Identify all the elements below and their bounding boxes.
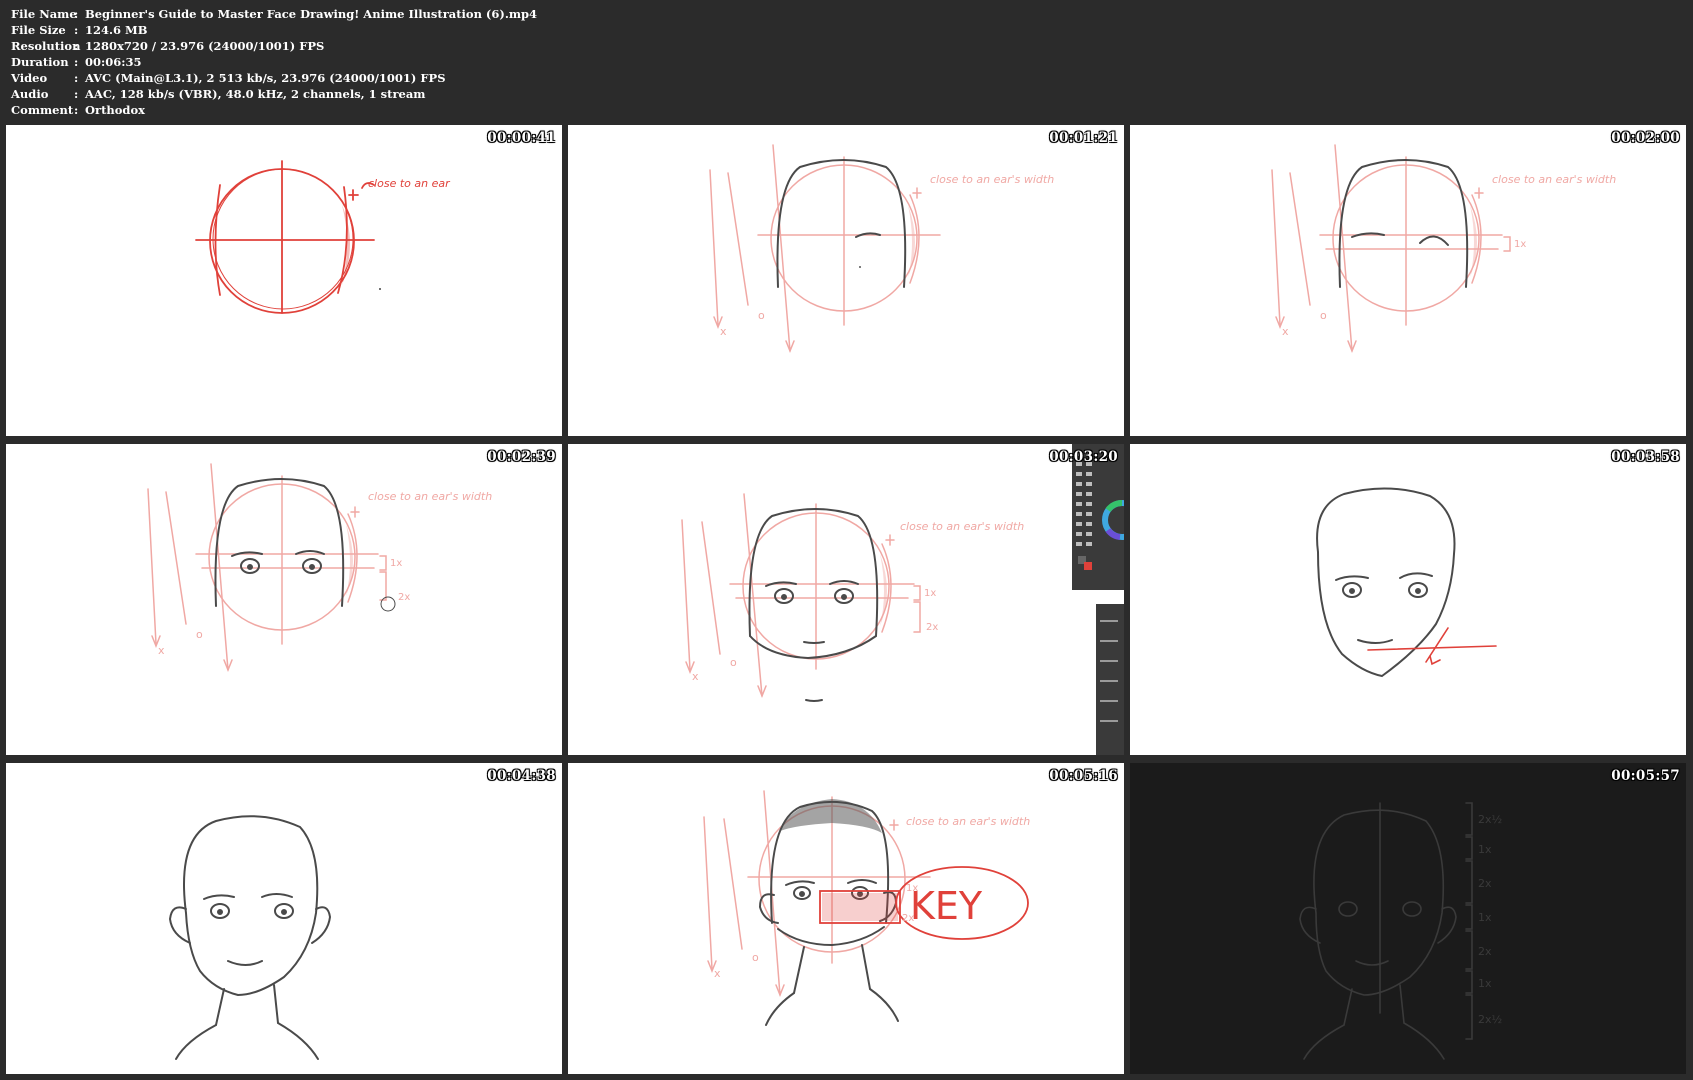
marker-2x-half: 2x½ <box>1478 813 1502 826</box>
marker-2x-half: 2x½ <box>1478 1013 1502 1026</box>
timestamp: 00:03:58 <box>1611 449 1680 465</box>
timestamp: 00:05:57 <box>1611 768 1680 784</box>
meta-row: Video: AVC (Main@L3.1), 2 513 kb/s, 23.97… <box>11 70 537 86</box>
marker-2x: 2x <box>926 622 938 633</box>
marker-x: x <box>714 967 721 980</box>
meta-row: Duration:00:06:35 <box>11 54 537 70</box>
meta-label: Resolution <box>11 39 81 53</box>
timestamp: 00:01:21 <box>1049 130 1118 146</box>
meta-label: Duration <box>11 55 69 69</box>
timestamp: 00:02:00 <box>1611 130 1680 146</box>
meta-value: AAC, 128 kb/s (VBR), 48.0 kHz, 2 channel… <box>85 87 426 101</box>
video-thumbnail-7[interactable]: 00:04:38 <box>6 763 562 1074</box>
marker-1x: 1x <box>1514 239 1526 250</box>
face-sketch-with-neck <box>168 815 332 1060</box>
marker-o: o <box>730 656 737 669</box>
marker-x: x <box>720 325 727 338</box>
timestamp: 00:00:41 <box>487 130 556 146</box>
face-sketch-proportions: close to an ear's width x o 1x 2x <box>147 463 492 673</box>
meta-separator: : <box>74 55 79 69</box>
video-thumbnail-2[interactable]: close to an ear's width x o 00:01:21 <box>568 125 1124 436</box>
face-sketch-jawline <box>1316 487 1497 678</box>
marker-2x: 2x <box>398 592 410 603</box>
video-thumbnail-6[interactable]: 00:03:58 <box>1130 444 1686 755</box>
meta-separator: : <box>74 23 79 37</box>
marker-1x: 1x <box>390 558 402 569</box>
meta-label: Video <box>11 71 48 85</box>
marker-2x: 2x <box>1478 945 1492 958</box>
annotation-text: close to an ear's width <box>906 815 1030 828</box>
marker-x: x <box>158 644 165 657</box>
meta-row: File Name: Beginner's Guide to Master Fac… <box>11 6 537 22</box>
meta-value: Beginner's Guide to Master Face Drawing!… <box>85 7 538 21</box>
meta-label: File Name <box>11 7 77 21</box>
marker-o: o <box>758 309 765 322</box>
video-thumbnail-3[interactable]: close to an ear's width x o 1x 00:02:00 <box>1130 125 1686 436</box>
video-thumbnail-4[interactable]: close to an ear's width x o 1x 2x 00:02:… <box>6 444 562 755</box>
meta-value: 00:06:35 <box>85 55 142 69</box>
face-sketch-guidelines: close to an ear's width x o <box>709 144 1054 354</box>
meta-separator: : <box>74 39 79 53</box>
meta-row: Resolution:1280x720 / 23.976 (24000/1001… <box>11 38 537 54</box>
video-thumbnail-8[interactable]: close to an ear's width x o 1x 2x KEY 00… <box>568 763 1124 1074</box>
marker-1x: 1x <box>924 588 936 599</box>
annotation-text: close to an ear's width <box>930 173 1054 186</box>
timestamp: 00:03:20 <box>1049 449 1118 465</box>
file-metadata: File Name: Beginner's Guide to Master Fac… <box>11 6 537 118</box>
meta-value: 1280x720 / 23.976 (24000/1001) FPS <box>85 39 325 53</box>
meta-value: 124.6 MB <box>85 23 148 37</box>
marker-o: o <box>1320 309 1327 322</box>
marker-x: x <box>692 670 699 683</box>
marker-x: x <box>1282 325 1289 338</box>
annotation-text: close to an ear's width <box>368 490 492 503</box>
face-sketch-with-chin: close to an ear's width x o 1x 2x <box>681 493 1024 702</box>
thumbnail-grid: close to an ear 00:00:41 close to an ear… <box>6 125 1687 1074</box>
marker-o: o <box>752 951 759 964</box>
face-sketch-head-circle: close to an ear <box>195 160 451 314</box>
key-callout-text: KEY <box>910 884 983 928</box>
meta-separator: : <box>74 87 79 101</box>
meta-row: Comment: Orthodox <box>11 102 537 118</box>
timestamp: 00:05:16 <box>1049 768 1118 784</box>
meta-row: File Size:124.6 MB <box>11 22 537 38</box>
meta-separator: : <box>74 71 79 85</box>
face-sketch-eyes-guide: close to an ear's width x o 1x <box>1271 144 1616 354</box>
meta-label: File Size <box>11 23 66 37</box>
marker-1x: 1x <box>1478 911 1492 924</box>
timestamp: 00:02:39 <box>487 449 556 465</box>
face-sketch-key-callout: close to an ear's width x o 1x 2x KEY <box>703 790 1030 1026</box>
meta-separator: : <box>74 7 79 21</box>
meta-value: AVC (Main@L3.1), 2 513 kb/s, 23.976 (240… <box>85 71 446 85</box>
meta-separator: : <box>74 103 79 117</box>
meta-value: Orthodox <box>85 103 145 117</box>
timestamp: 00:04:38 <box>487 768 556 784</box>
annotation-text: close to an ear <box>368 177 451 190</box>
meta-label: Audio <box>11 87 49 101</box>
video-thumbnail-9[interactable]: 2x½ 1x 2x 1x 2x 1x 2x½ 00:05:57 <box>1130 763 1686 1074</box>
face-sketch-faded: 2x½ 1x 2x 1x 2x 1x 2x½ <box>1299 802 1502 1060</box>
video-thumbnail-1[interactable]: close to an ear 00:00:41 <box>6 125 562 436</box>
marker-o: o <box>196 628 203 641</box>
drawing-app-tool-panel[interactable] <box>1072 444 1124 755</box>
marker-1x: 1x <box>1478 843 1492 856</box>
video-thumbnail-5[interactable]: close to an ear's width x o 1x 2x 00:03:… <box>568 444 1124 755</box>
meta-row: Audio: AAC, 128 kb/s (VBR), 48.0 kHz, 2 c… <box>11 86 537 102</box>
annotation-text: close to an ear's width <box>1492 173 1616 186</box>
marker-2x: 2x <box>1478 877 1492 890</box>
marker-1x: 1x <box>1478 977 1492 990</box>
annotation-text: close to an ear's width <box>900 520 1024 533</box>
meta-label: Comment <box>11 103 74 117</box>
